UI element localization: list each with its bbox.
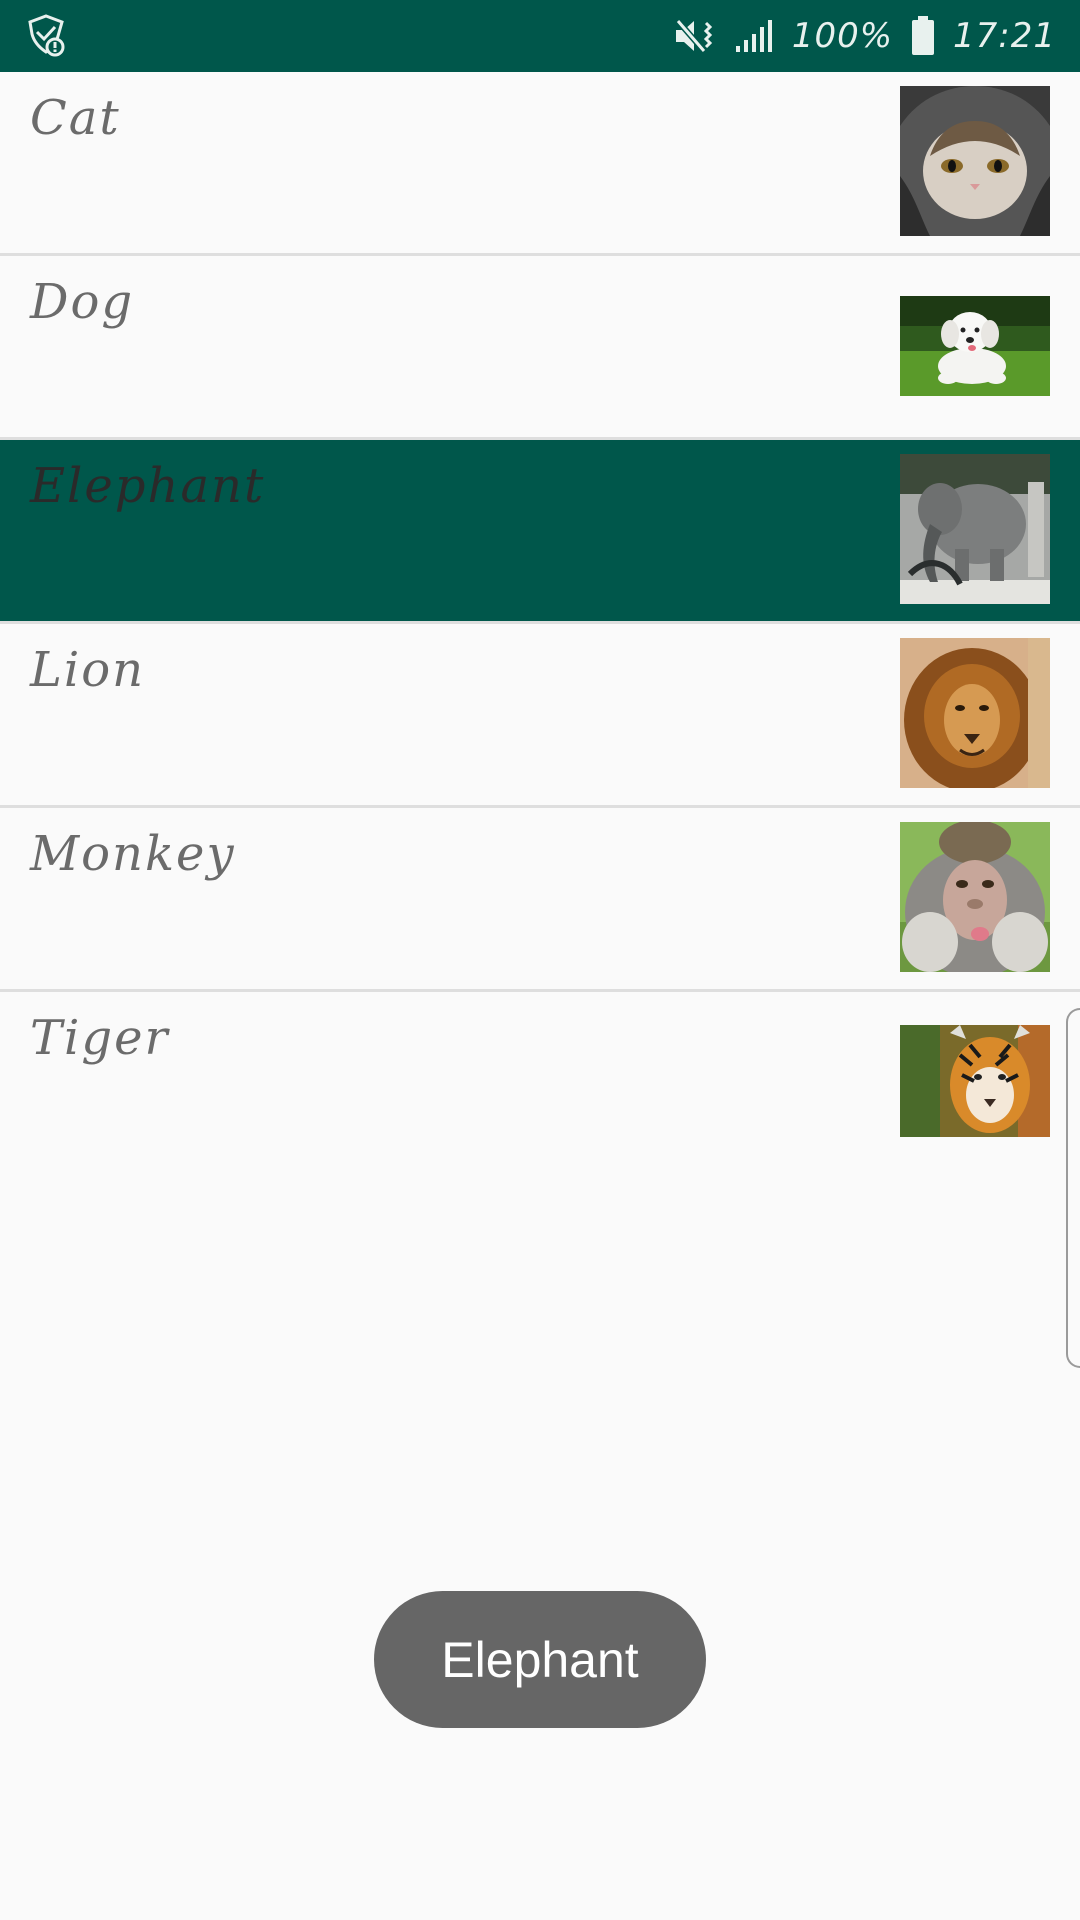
- list-item-label: Monkey: [30, 826, 236, 882]
- list-item-elephant[interactable]: Elephant: [0, 440, 1080, 624]
- toast-message: Elephant: [374, 1591, 706, 1728]
- list-item-label: Elephant: [30, 458, 266, 514]
- animal-list: Cat Dog Elephant Lion Monkey Tiger: [0, 72, 1080, 1173]
- list-item-cat[interactable]: Cat: [0, 72, 1080, 256]
- list-item-lion[interactable]: Lion: [0, 624, 1080, 808]
- dog-thumbnail: [900, 296, 1050, 396]
- cat-thumbnail: [900, 86, 1050, 236]
- signal-icon: [734, 18, 774, 54]
- battery-icon: [911, 16, 935, 56]
- monkey-thumbnail: [900, 822, 1050, 972]
- list-item-label: Cat: [30, 90, 121, 146]
- list-item-monkey[interactable]: Monkey: [0, 808, 1080, 992]
- list-item-dog[interactable]: Dog: [0, 256, 1080, 440]
- list-item-label: Dog: [30, 274, 135, 330]
- lion-thumbnail: [900, 638, 1050, 788]
- edge-panel-handle[interactable]: [1066, 1008, 1080, 1368]
- list-item-label: Tiger: [30, 1010, 170, 1066]
- status-bar: 100% 17:21: [0, 0, 1080, 72]
- status-right: 100% 17:21: [674, 0, 1056, 72]
- list-item-label: Lion: [30, 642, 146, 698]
- shield-check-icon: [24, 14, 68, 58]
- tiger-thumbnail: [900, 1025, 1050, 1137]
- battery-percent: 100%: [791, 16, 894, 56]
- status-time: 17:21: [953, 16, 1056, 56]
- list-item-tiger[interactable]: Tiger: [0, 992, 1080, 1173]
- screen: 100% 17:21 Cat Dog Elephant Lion Monkey …: [0, 0, 1080, 1920]
- mute-vibrate-icon: [674, 17, 716, 55]
- elephant-thumbnail: [900, 454, 1050, 604]
